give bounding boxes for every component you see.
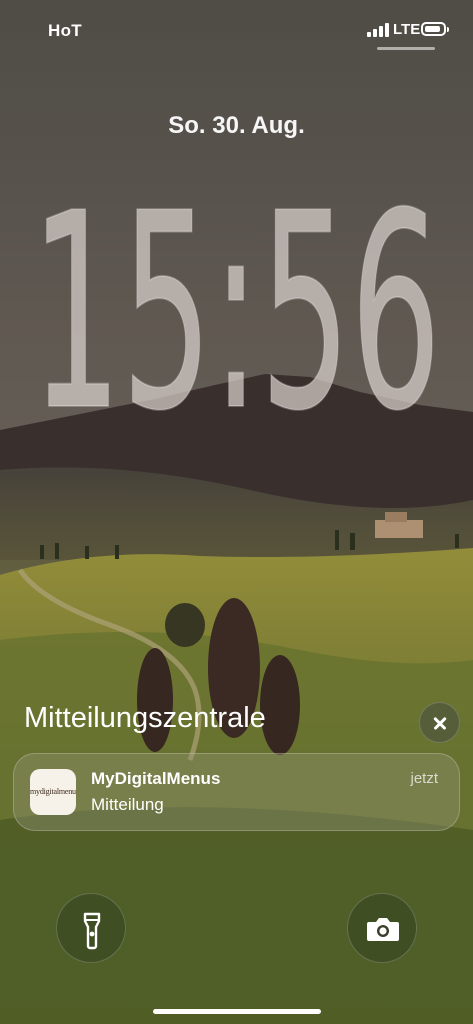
notification-message: Mitteilung xyxy=(91,795,164,814)
status-bar: HoT LTE xyxy=(0,0,473,56)
network-type: LTE xyxy=(393,21,421,38)
home-indicator[interactable] xyxy=(153,1009,321,1014)
app-icon: mydigitalmenus xyxy=(30,769,76,815)
flashlight-button[interactable] xyxy=(56,893,126,963)
lock-screen-clock: 15:56 xyxy=(30,154,442,436)
control-center-indicator[interactable] xyxy=(377,47,435,50)
notification-app-name: MyDigitalMenus xyxy=(91,769,221,788)
cellular-signal-icon xyxy=(367,23,389,37)
app-icon-logo-text: mydigitalmenus xyxy=(30,787,76,796)
notification-card[interactable]: mydigitalmenus MyDigitalMenus Mitteilung… xyxy=(13,753,460,831)
flashlight-icon xyxy=(83,912,101,950)
battery-icon xyxy=(421,22,449,36)
notification-center-title: Mitteilungszentrale xyxy=(24,702,266,734)
camera-button[interactable] xyxy=(347,893,417,963)
notification-time: jetzt xyxy=(410,770,438,787)
camera-icon xyxy=(367,918,399,941)
carrier-name: HoT xyxy=(48,21,82,40)
close-icon[interactable] xyxy=(419,702,460,743)
clock-time: 15:56 xyxy=(31,155,441,436)
